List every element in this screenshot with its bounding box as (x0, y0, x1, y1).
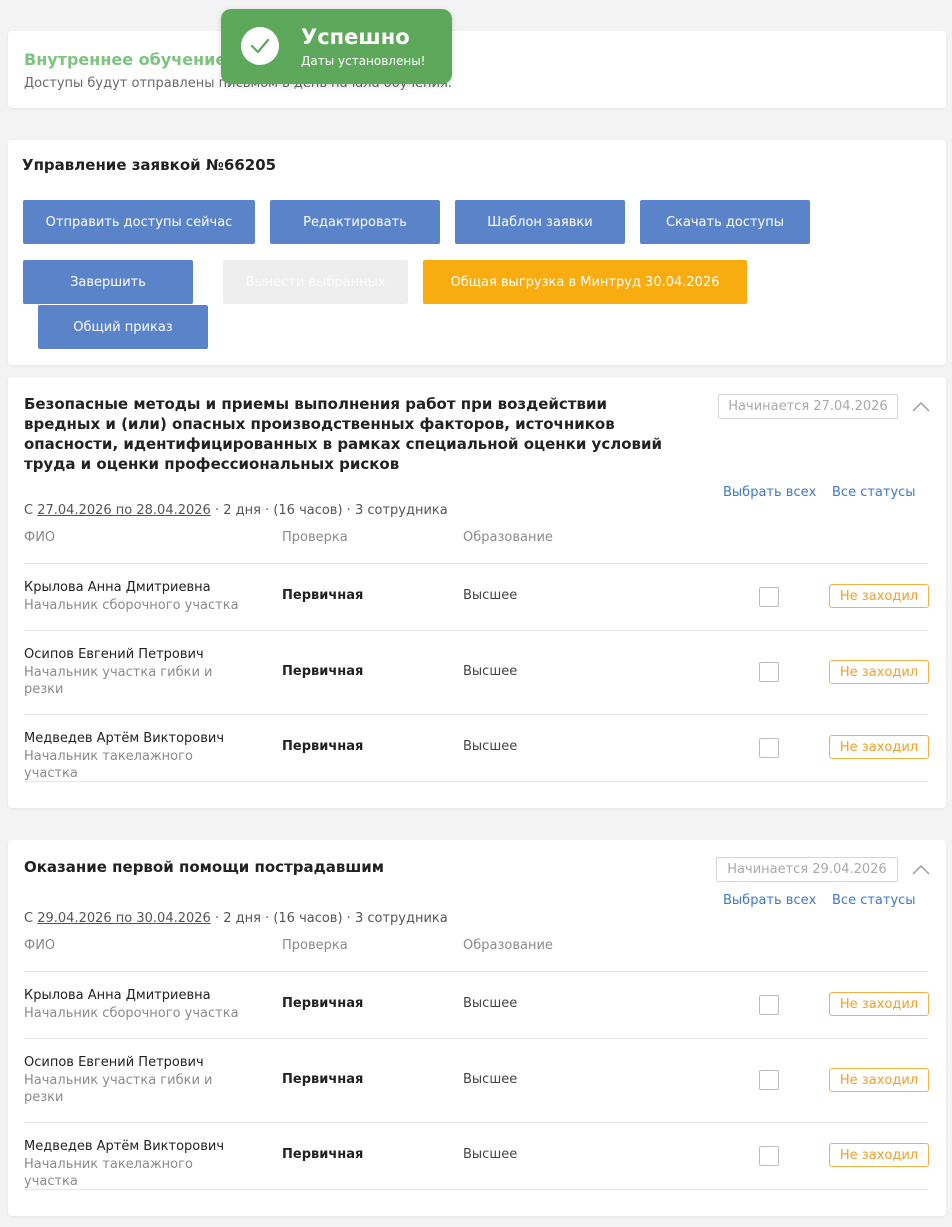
row-divider (24, 563, 928, 564)
employee-position-line: резки (24, 1090, 64, 1105)
start-date-badge: Начинается 27.04.2026 (718, 394, 898, 419)
row-divider (24, 1122, 928, 1123)
employee-name: Осипов Евгений Петрович (24, 1055, 204, 1070)
course-title-line: вредных и (или) опасных производственных… (24, 415, 615, 433)
row-divider (24, 781, 928, 782)
row-divider (24, 1038, 928, 1039)
column-education: Образование (463, 530, 553, 545)
employee-position-line: Начальник сборочного участка (24, 1006, 239, 1021)
employee-position: Начальник такелажного участка (24, 748, 249, 782)
employee-position: Начальник такелажного участка (24, 1156, 249, 1190)
employee-checkbox[interactable] (759, 587, 779, 607)
education: Высшее (463, 664, 518, 679)
status-badge[interactable]: Не заходил (829, 1143, 929, 1167)
employee-position: Начальник участка гибки и резки (24, 1072, 249, 1106)
education: Высшее (463, 1072, 518, 1087)
course-title-line: Безопасные методы и приемы выполнения ра… (24, 395, 608, 413)
course-title-line: Оказание первой помощи пострадавшим (24, 858, 385, 876)
employee-checkbox[interactable] (759, 995, 779, 1015)
row-divider (24, 1189, 928, 1190)
all-statuses-link[interactable]: Все статусы (832, 485, 916, 500)
employee-checkbox[interactable] (759, 662, 779, 682)
row-divider (24, 971, 928, 972)
column-check: Проверка (282, 938, 348, 953)
column-education: Образование (463, 938, 553, 953)
remove-selected-button[interactable]: Вынести выбранных (223, 260, 408, 304)
meta-summary: · 2 дня · (16 часов) · 3 сотрудника (210, 911, 448, 926)
employee-name: Осипов Евгений Петрович (24, 647, 204, 662)
toast-text: Даты установлены! (301, 54, 426, 68)
meta-prefix: С (24, 911, 38, 926)
column-fio: ФИО (24, 938, 56, 953)
select-all-link[interactable]: Выбрать всех (723, 485, 816, 500)
education: Высшее (463, 588, 518, 603)
request-template-button[interactable]: Шаблон заявки (455, 200, 625, 244)
column-check: Проверка (282, 530, 348, 545)
employee-position-line: резки (24, 682, 64, 697)
meta-summary: · 2 дня · (16 часов) · 3 сотрудника (210, 503, 448, 518)
employee-checkbox[interactable] (759, 1070, 779, 1090)
column-fio: ФИО (24, 530, 56, 545)
education: Высшее (463, 996, 518, 1011)
finish-button[interactable]: Завершить (23, 260, 193, 304)
status-badge[interactable]: Не заходил (829, 735, 929, 759)
course-title: Оказание первой помощи пострадавшим (24, 857, 384, 877)
employee-position: Начальник сборочного участка (24, 1005, 249, 1022)
employee-name: Крылова Анна Дмитриевна (24, 988, 211, 1003)
check-type: Первичная (282, 1147, 364, 1162)
course-dates-link[interactable]: 29.04.2026 по 30.04.2026 (37, 911, 211, 926)
employee-name: Медведев Артём Викторович (24, 1139, 225, 1154)
employee-position: Начальник участка гибки и резки (24, 664, 249, 698)
course-title: Безопасные методы и приемы выполнения ра… (24, 394, 662, 474)
employee-position-line: Начальник участка гибки и (24, 665, 213, 680)
employee-position-line: Начальник сборочного участка (24, 598, 239, 613)
request-title: Управление заявкой №66205 (22, 156, 277, 174)
course-card: Безопасные методы и приемы выполнения ра… (8, 377, 946, 808)
employee-checkbox[interactable] (759, 1146, 779, 1166)
all-statuses-link[interactable]: Все статусы (832, 893, 916, 908)
employee-checkbox[interactable] (759, 738, 779, 758)
status-badge[interactable]: Не заходил (829, 660, 929, 684)
status-badge[interactable]: Не заходил (829, 584, 929, 608)
check-type: Первичная (282, 996, 364, 1011)
start-date-badge: Начинается 29.04.2026 (716, 857, 898, 882)
employee-name: Крылова Анна Дмитриевна (24, 580, 211, 595)
select-all-link[interactable]: Выбрать всех (723, 893, 816, 908)
employee-position-line: Начальник такелажного участка (24, 749, 193, 781)
status-badge[interactable]: Не заходил (829, 992, 929, 1016)
check-type: Первичная (282, 739, 364, 754)
row-divider (24, 630, 928, 631)
employee-position-line: Начальник участка гибки и (24, 1073, 213, 1088)
education: Высшее (463, 1147, 518, 1162)
course-meta: С 27.04.2026 по 28.04.2026 · 2 дня · (16… (24, 503, 448, 518)
success-toast: Успешно Даты установлены! (221, 9, 452, 84)
check-type: Первичная (282, 664, 364, 679)
check-type: Первичная (282, 1072, 364, 1087)
toast-title: Успешно (301, 25, 410, 49)
general-order-button[interactable]: Общий приказ (38, 305, 208, 349)
edit-button[interactable]: Редактировать (270, 200, 440, 244)
info-title: Внутреннее обучение. (24, 50, 233, 69)
meta-prefix: С (24, 503, 38, 518)
course-dates-link[interactable]: 27.04.2026 по 28.04.2026 (37, 503, 211, 518)
row-divider (24, 714, 928, 715)
course-card: Оказание первой помощи пострадавшим Начи… (8, 840, 946, 1216)
education: Высшее (463, 739, 518, 754)
employee-position: Начальник сборочного участка (24, 597, 249, 614)
course-meta: С 29.04.2026 по 30.04.2026 · 2 дня · (16… (24, 911, 448, 926)
chevron-up-icon[interactable] (912, 401, 930, 413)
status-badge[interactable]: Не заходил (829, 1068, 929, 1092)
check-icon (241, 27, 279, 65)
chevron-up-icon[interactable] (912, 864, 930, 876)
course-title-line: опасности, идентифицированных в рамках с… (24, 435, 663, 453)
info-card: Внутреннее обучение. Доступы будут отпра… (8, 31, 946, 108)
send-access-now-button[interactable]: Отправить доступы сейчас (23, 200, 255, 244)
request-management-card: Управление заявкой №66205 Отправить дост… (8, 140, 946, 365)
check-type: Первичная (282, 588, 364, 603)
employee-position-line: Начальник такелажного участка (24, 1157, 193, 1189)
download-access-button[interactable]: Скачать доступы (640, 200, 810, 244)
employee-name: Медведев Артём Викторович (24, 731, 225, 746)
course-title-line: труда и оценки профессиональных рисков (24, 455, 400, 473)
export-mintrud-button[interactable]: Общая выгрузка в Минтруд 30.04.2026 (423, 260, 747, 304)
